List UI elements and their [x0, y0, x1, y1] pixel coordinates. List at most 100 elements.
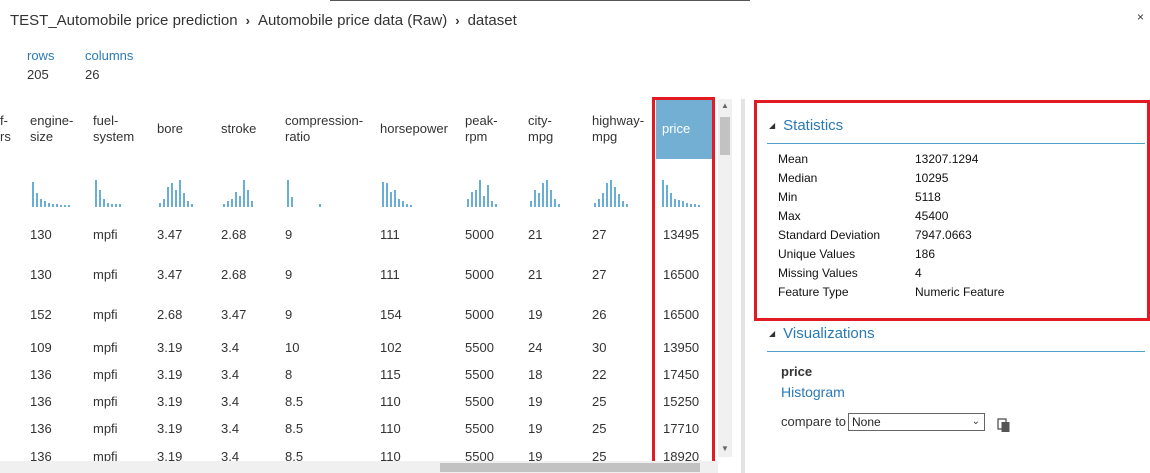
table-cell[interactable]: 5500: [465, 421, 494, 436]
table-cell[interactable]: 136: [30, 421, 52, 436]
table-cell[interactable]: 3.4: [221, 367, 239, 382]
breadcrumb-experiment[interactable]: TEST_Automobile price prediction: [10, 12, 238, 29]
table-cell[interactable]: 18: [528, 367, 542, 382]
table-cell[interactable]: 21: [528, 227, 542, 242]
table-cell[interactable]: 19: [528, 394, 542, 409]
table-cell[interactable]: 26: [592, 307, 606, 322]
table-cell[interactable]: 21: [528, 267, 542, 282]
table-cell[interactable]: 110: [380, 449, 401, 461]
table-cell[interactable]: 9: [285, 227, 292, 242]
table-cell[interactable]: 8.5: [285, 394, 303, 409]
table-cell[interactable]: 109: [30, 340, 52, 355]
table-cell[interactable]: 2.68: [221, 227, 246, 242]
table-cell[interactable]: 25: [592, 449, 606, 461]
table-cell[interactable]: 3.4: [221, 449, 239, 461]
breadcrumb-module[interactable]: Automobile price data (Raw): [258, 12, 447, 29]
column-header-compression-ratio[interactable]: compression-ratio: [285, 99, 377, 159]
column-header-stroke[interactable]: stroke: [221, 99, 281, 159]
table-cell[interactable]: 10: [285, 340, 299, 355]
table-cell[interactable]: 9: [285, 307, 292, 322]
scroll-down-icon[interactable]: ▼: [721, 444, 729, 453]
column-header-engine-size[interactable]: engine-size: [30, 99, 90, 159]
table-cell[interactable]: 5500: [465, 449, 494, 461]
table-cell[interactable]: 8.5: [285, 449, 303, 461]
table-cell[interactable]: 154: [380, 307, 402, 322]
table-cell[interactable]: 136: [30, 394, 52, 409]
table-cell[interactable]: 5000: [465, 307, 494, 322]
table-cell[interactable]: 130: [30, 267, 52, 282]
table-cell[interactable]: mpfi: [93, 227, 118, 242]
histogram-sparkline-peak-rpm[interactable]: [467, 177, 515, 207]
column-header-fuel-system[interactable]: fuel-system: [93, 99, 153, 159]
table-cell[interactable]: 30: [592, 340, 606, 355]
table-cell[interactable]: 8: [285, 367, 292, 382]
table-cell[interactable]: 9: [285, 267, 292, 282]
histogram-link[interactable]: Histogram: [781, 384, 845, 400]
table-cell[interactable]: 3.19: [157, 367, 182, 382]
scroll-thumb[interactable]: [720, 117, 730, 155]
table-cell[interactable]: mpfi: [93, 449, 118, 461]
table-cell[interactable]: 3.47: [221, 307, 246, 322]
table-cell[interactable]: mpfi: [93, 307, 118, 322]
table-cell[interactable]: mpfi: [93, 267, 118, 282]
table-cell[interactable]: 2.68: [157, 307, 182, 322]
table-cell[interactable]: 5500: [465, 340, 494, 355]
table-cell[interactable]: 3.19: [157, 421, 182, 436]
histogram-sparkline-highway-mpg[interactable]: [594, 177, 642, 207]
column-header-partial[interactable]: f- rs: [0, 99, 18, 159]
close-icon[interactable]: ×: [1137, 10, 1144, 24]
table-cell[interactable]: 3.4: [221, 394, 239, 409]
column-header-city-mpg[interactable]: city-mpg: [528, 99, 588, 159]
column-header-bore[interactable]: bore: [157, 99, 217, 159]
table-cell[interactable]: 3.19: [157, 340, 182, 355]
table-cell[interactable]: mpfi: [93, 394, 118, 409]
table-cell[interactable]: mpfi: [93, 340, 118, 355]
statistics-section-header[interactable]: ◢ Statistics: [769, 117, 843, 134]
table-cell[interactable]: 5000: [465, 267, 494, 282]
compare-to-select[interactable]: None ⌄: [848, 413, 985, 431]
table-cell[interactable]: 19: [528, 449, 542, 461]
table-cell[interactable]: mpfi: [93, 367, 118, 382]
table-cell[interactable]: 2.68: [221, 267, 246, 282]
histogram-sparkline-fuel-system[interactable]: [95, 177, 143, 207]
table-cell[interactable]: 110: [380, 394, 401, 409]
histogram-sparkline-bore[interactable]: [159, 177, 207, 207]
table-cell[interactable]: 19: [528, 421, 542, 436]
table-cell[interactable]: 24: [528, 340, 542, 355]
table-cell[interactable]: 3.47: [157, 227, 182, 242]
histogram-sparkline-horsepower[interactable]: [382, 177, 430, 207]
table-cell[interactable]: 8.5: [285, 421, 303, 436]
table-cell[interactable]: 25: [592, 421, 606, 436]
table-cell[interactable]: 3.19: [157, 449, 182, 461]
table-cell[interactable]: 102: [380, 340, 402, 355]
histogram-sparkline-compression-ratio[interactable]: [287, 177, 335, 207]
table-cell[interactable]: 25: [592, 394, 606, 409]
grid-horizontal-scrollbar[interactable]: [0, 461, 718, 473]
table-cell[interactable]: 5500: [465, 367, 494, 382]
histogram-sparkline-stroke[interactable]: [223, 177, 271, 207]
table-cell[interactable]: 22: [592, 367, 606, 382]
table-cell[interactable]: 152: [30, 307, 52, 322]
grid-vertical-scrollbar[interactable]: ▲ ▼: [718, 99, 732, 457]
table-cell[interactable]: 111: [380, 267, 400, 282]
copy-icon[interactable]: [997, 418, 1011, 433]
visualizations-section-header[interactable]: ◢ Visualizations: [769, 325, 875, 342]
table-cell[interactable]: 3.4: [221, 421, 239, 436]
table-cell[interactable]: mpfi: [93, 421, 118, 436]
table-cell[interactable]: 111: [380, 227, 400, 242]
table-cell[interactable]: 115: [380, 367, 401, 382]
column-header-highway-mpg[interactable]: highway-mpg: [592, 99, 654, 159]
panel-divider[interactable]: [741, 99, 745, 473]
table-cell[interactable]: 27: [592, 267, 606, 282]
table-cell[interactable]: 5500: [465, 394, 494, 409]
table-cell[interactable]: 136: [30, 449, 52, 461]
table-cell[interactable]: 130: [30, 227, 52, 242]
scroll-thumb[interactable]: [440, 463, 700, 472]
table-cell[interactable]: 5000: [465, 227, 494, 242]
table-cell[interactable]: 19: [528, 307, 542, 322]
histogram-sparkline-engine-size[interactable]: [32, 177, 80, 207]
scroll-up-icon[interactable]: ▲: [721, 101, 729, 110]
table-cell[interactable]: 27: [592, 227, 606, 242]
histogram-sparkline-city-mpg[interactable]: [530, 177, 578, 207]
table-cell[interactable]: 3.19: [157, 394, 182, 409]
